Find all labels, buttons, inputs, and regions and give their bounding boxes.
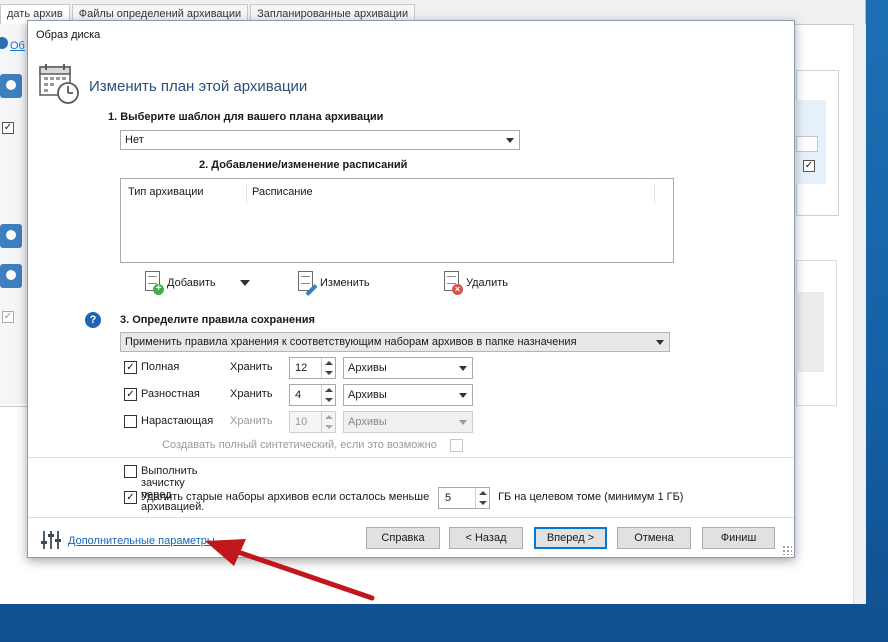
- retention-rule-select[interactable]: Применить правила хранения к соответству…: [120, 332, 670, 352]
- bg-link[interactable]: Об: [10, 40, 25, 52]
- add-dropdown-arrow-icon[interactable]: [240, 280, 250, 286]
- bg-checkbox[interactable]: ✓: [803, 160, 815, 172]
- chevron-down-icon: [459, 366, 467, 371]
- full-count-stepper[interactable]: 12: [289, 357, 336, 379]
- document-delete-icon: ×: [442, 271, 463, 295]
- min-free-gb-stepper[interactable]: 5: [438, 487, 490, 509]
- bg-disk-icon: [0, 224, 22, 248]
- keep-label: Хранить: [230, 361, 273, 373]
- stepper-up-icon[interactable]: [325, 388, 333, 392]
- stepper-up-icon[interactable]: [325, 415, 333, 419]
- differential-label: Разностная: [141, 388, 200, 400]
- add-schedule-label: Добавить: [167, 277, 216, 289]
- synthetic-full-checkbox[interactable]: [450, 439, 463, 452]
- bg-divider: [0, 406, 28, 407]
- differential-count-stepper[interactable]: 4: [289, 384, 336, 406]
- document-edit-icon: [296, 271, 318, 297]
- incremental-checkbox[interactable]: [124, 415, 137, 428]
- calendar-clock-icon: [39, 64, 79, 104]
- column-divider: [654, 183, 655, 203]
- template-select[interactable]: Нет: [120, 130, 520, 150]
- keep-label: Хранить: [230, 415, 273, 427]
- bg-right-panel-2-inner: [796, 292, 824, 372]
- cleanup-label: Выполнить зачистку перед архивацией.: [141, 465, 205, 513]
- column-header-schedule[interactable]: Расписание: [252, 186, 313, 198]
- column-divider: [246, 183, 247, 203]
- delete-old-label: Удалить старые наборы архивов если остал…: [141, 491, 430, 503]
- full-unit-value: Архивы: [348, 362, 387, 374]
- header-title: Изменить план этой архивации: [89, 78, 308, 95]
- bg-scrollbar[interactable]: [853, 24, 866, 604]
- divider: [28, 457, 794, 458]
- add-schedule-button[interactable]: + Добавить: [143, 269, 216, 297]
- column-header-type[interactable]: Тип архивации: [128, 186, 204, 198]
- section2-label: 2. Добавление/изменение расписаний: [199, 159, 408, 171]
- delete-old-checkbox[interactable]: ✓: [124, 491, 137, 504]
- backup-plan-dialog: Образ диска Изменить план этой архивации…: [27, 20, 795, 558]
- edit-schedule-button[interactable]: Изменить: [296, 269, 370, 297]
- stepper-down-icon[interactable]: [479, 501, 487, 505]
- min-free-gb-suffix: ГБ на целевом томе (минимум 1 ГБ): [498, 491, 684, 503]
- stepper-down-icon[interactable]: [325, 398, 333, 402]
- section1-label: 1. Выберите шаблон для вашего плана архи…: [108, 111, 384, 123]
- chevron-down-icon: [506, 138, 514, 143]
- divider: [28, 517, 794, 518]
- differential-count-value: 4: [295, 389, 302, 401]
- schedule-table[interactable]: Тип архивации Расписание: [120, 178, 674, 263]
- template-select-value: Нет: [125, 134, 144, 146]
- keep-label: Хранить: [230, 388, 273, 400]
- incremental-count-stepper[interactable]: 10: [289, 411, 336, 433]
- finish-button[interactable]: Финиш: [702, 527, 775, 549]
- resize-grip[interactable]: [782, 545, 792, 555]
- bg-checkbox[interactable]: ✓: [2, 311, 14, 323]
- incremental-count-value: 10: [295, 416, 308, 428]
- edit-schedule-label: Изменить: [320, 277, 370, 289]
- stepper-up-icon[interactable]: [479, 491, 487, 495]
- differential-unit-select[interactable]: Архивы: [343, 384, 473, 406]
- sliders-icon[interactable]: [39, 528, 63, 552]
- chevron-down-icon: [459, 393, 467, 398]
- bg-disk-icon: [0, 264, 22, 288]
- chevron-down-icon: [459, 420, 467, 425]
- full-count-value: 12: [295, 362, 308, 374]
- differential-checkbox[interactable]: ✓: [124, 388, 137, 401]
- bg-checkbox[interactable]: ✓: [2, 122, 14, 134]
- incremental-unit-value: Архивы: [348, 416, 387, 428]
- advanced-settings-link[interactable]: Дополнительные параметры: [68, 535, 215, 547]
- incremental-unit-select[interactable]: Архивы: [343, 411, 473, 433]
- stepper-down-icon[interactable]: [325, 371, 333, 375]
- full-checkbox[interactable]: ✓: [124, 361, 137, 374]
- delete-schedule-label: Удалить: [466, 277, 508, 289]
- retention-rule-value: Применить правила хранения к соответству…: [125, 336, 577, 348]
- back-button[interactable]: < Назад: [449, 527, 523, 549]
- dialog-title: Образ диска: [36, 29, 101, 41]
- document-add-icon: +: [143, 271, 164, 295]
- min-free-gb-value: 5: [445, 492, 452, 504]
- bg-disk-icon: [0, 74, 22, 98]
- stepper-up-icon[interactable]: [325, 361, 333, 365]
- differential-unit-value: Архивы: [348, 389, 387, 401]
- section3-label: 3. Определите правила сохранения: [120, 314, 315, 326]
- bg-right-panel-input[interactable]: [796, 136, 818, 152]
- delete-schedule-button[interactable]: × Удалить: [442, 269, 508, 297]
- synthetic-full-label: Создавать полный синтетический, если это…: [162, 439, 437, 451]
- question-icon[interactable]: ?: [85, 312, 101, 328]
- help-button[interactable]: Справка: [366, 527, 440, 549]
- next-button[interactable]: Вперед >: [534, 527, 607, 549]
- full-unit-select[interactable]: Архивы: [343, 357, 473, 379]
- stepper-down-icon[interactable]: [325, 425, 333, 429]
- incremental-label: Нарастающая: [141, 415, 214, 427]
- cleanup-checkbox[interactable]: [124, 465, 137, 478]
- chevron-down-icon: [656, 340, 664, 345]
- full-label: Полная: [141, 361, 180, 373]
- cancel-button[interactable]: Отмена: [617, 527, 691, 549]
